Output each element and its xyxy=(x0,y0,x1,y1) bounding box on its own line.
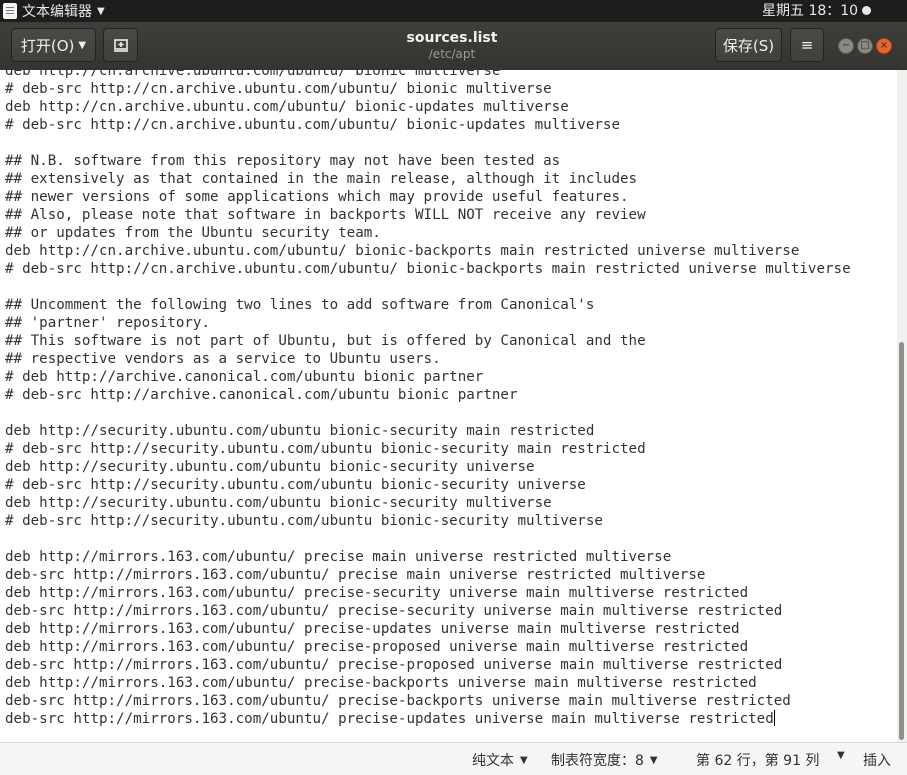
editor-line[interactable]: deb http://security.ubuntu.com/ubuntu bi… xyxy=(5,495,552,511)
save-button[interactable]: 保存(S) xyxy=(715,28,782,62)
editor-line[interactable]: deb http://cn.archive.ubuntu.com/ubuntu/… xyxy=(5,70,500,79)
clock[interactable]: 星期五 18：10 xyxy=(762,0,858,22)
maximize-icon: □ xyxy=(860,40,870,51)
tab-width-selector[interactable]: 制表符宽度：8 ▼ xyxy=(551,750,658,770)
text-cursor xyxy=(773,710,775,726)
close-button[interactable]: × xyxy=(876,38,892,54)
editor-line[interactable]: ## newer versions of some applications w… xyxy=(5,189,629,205)
editor-line[interactable]: ## 'partner' repository. xyxy=(5,315,210,331)
editor-line[interactable]: ## respective vendors as a service to Ub… xyxy=(5,351,441,367)
scrollbar-thumb[interactable] xyxy=(899,342,904,740)
editor-line[interactable]: deb http://cn.archive.ubuntu.com/ubuntu/… xyxy=(5,99,569,115)
minimize-icon: − xyxy=(841,40,851,51)
hamburger-icon: ≡ xyxy=(800,36,814,54)
editor-line[interactable]: deb-src http://mirrors.163.com/ubuntu/ p… xyxy=(5,567,705,583)
editor-line[interactable]: ## or updates from the Ubuntu security t… xyxy=(5,225,381,241)
maximize-button[interactable]: □ xyxy=(857,38,873,54)
editor-line[interactable]: deb-src http://mirrors.163.com/ubuntu/ p… xyxy=(5,693,791,709)
hamburger-menu-button[interactable]: ≡ xyxy=(790,28,824,62)
new-document-button[interactable] xyxy=(103,28,138,62)
status-bar: 纯文本 ▼ 制表符宽度：8 ▼ 第 62 行，第 91 列 ▼ 插入 xyxy=(0,742,907,775)
editor-line[interactable]: # deb-src http://security.ubuntu.com/ubu… xyxy=(5,441,646,457)
editor-line[interactable]: ## N.B. software from this repository ma… xyxy=(5,153,560,169)
editor-line[interactable]: deb http://mirrors.163.com/ubuntu/ preci… xyxy=(5,621,740,637)
editor-content[interactable]: deb http://cn.archive.ubuntu.com/ubuntu/… xyxy=(5,70,851,728)
editor-line[interactable]: ## extensively as that contained in the … xyxy=(5,171,637,187)
text-editor-icon xyxy=(3,3,17,19)
chevron-down-icon: ▼ xyxy=(649,754,658,766)
editor-line[interactable]: ## This software is not part of Ubuntu, … xyxy=(5,333,646,349)
editor-line[interactable]: deb http://mirrors.163.com/ubuntu/ preci… xyxy=(5,549,671,565)
document-title: sources.list xyxy=(406,30,498,46)
app-name: 文本编辑器 xyxy=(22,4,92,20)
editor-line[interactable]: # deb http://archive.canonical.com/ubunt… xyxy=(5,369,483,385)
vertical-scrollbar[interactable] xyxy=(897,70,907,742)
editor-line[interactable]: # deb-src http://cn.archive.ubuntu.com/u… xyxy=(5,261,851,277)
editor-line[interactable]: ## Uncomment the following two lines to … xyxy=(5,297,594,313)
editor-line[interactable]: deb http://cn.archive.ubuntu.com/ubuntu/… xyxy=(5,243,799,259)
position-menu-button[interactable]: ▼ xyxy=(831,750,845,761)
chevron-down-icon: ▼ xyxy=(837,750,845,761)
editor-line[interactable]: deb http://mirrors.163.com/ubuntu/ preci… xyxy=(5,639,748,655)
open-button[interactable]: 打开(O) ▼ xyxy=(11,28,96,62)
editor-line[interactable]: ## Also, please note that software in ba… xyxy=(5,207,646,223)
editor-line[interactable]: deb-src http://mirrors.163.com/ubuntu/ p… xyxy=(5,657,782,673)
top-panel: 文本编辑器 ▼ 星期五 18：10 xyxy=(0,0,907,22)
language-label: 纯文本 xyxy=(472,753,514,769)
editor-line[interactable]: deb http://security.ubuntu.com/ubuntu bi… xyxy=(5,459,535,475)
chevron-down-icon: ▼ xyxy=(520,754,528,766)
editor-line[interactable]: deb-src http://mirrors.163.com/ubuntu/ p… xyxy=(5,603,782,619)
editor-line[interactable]: deb http://mirrors.163.com/ubuntu/ preci… xyxy=(5,585,748,601)
editor-line[interactable]: # deb-src http://cn.archive.ubuntu.com/u… xyxy=(5,81,552,97)
chevron-down-icon: ▼ xyxy=(97,5,105,17)
open-button-label: 打开(O) xyxy=(20,36,75,55)
editor-line[interactable]: deb http://mirrors.163.com/ubuntu/ preci… xyxy=(5,675,757,691)
app-menu[interactable]: 文本编辑器 ▼ xyxy=(0,0,105,22)
chevron-down-icon: ▼ xyxy=(78,39,87,51)
editor-line[interactable]: # deb-src http://cn.archive.ubuntu.com/u… xyxy=(5,117,620,133)
text-editor[interactable]: deb http://cn.archive.ubuntu.com/ubuntu/… xyxy=(0,70,897,742)
editor-line[interactable]: # deb-src http://security.ubuntu.com/ubu… xyxy=(5,513,603,529)
cursor-position-label: 第 62 行，第 91 列 xyxy=(696,753,820,769)
language-selector[interactable]: 纯文本 ▼ xyxy=(472,750,528,770)
editor-line[interactable]: deb http://security.ubuntu.com/ubuntu bi… xyxy=(5,423,594,439)
new-tab-icon xyxy=(113,39,128,52)
document-path: /etc/apt xyxy=(428,47,476,61)
cursor-position[interactable]: 第 62 行，第 91 列 xyxy=(696,750,819,770)
editor-line[interactable]: # deb-src http://archive.canonical.com/u… xyxy=(5,387,518,403)
tab-width-label: 制表符宽度：8 xyxy=(551,753,644,769)
minimize-button[interactable]: − xyxy=(838,38,854,54)
close-icon: × xyxy=(879,40,889,51)
editor-line[interactable]: # deb-src http://security.ubuntu.com/ubu… xyxy=(5,477,586,493)
insert-mode[interactable]: 插入 xyxy=(863,750,891,770)
power-icon[interactable] xyxy=(862,6,871,15)
header-bar: 打开(O) ▼ sources.list /etc/apt 保存(S) ≡ − … xyxy=(0,22,907,71)
editor-line[interactable]: deb-src http://mirrors.163.com/ubuntu/ p… xyxy=(5,711,774,727)
window-title: sources.list /etc/apt xyxy=(352,30,552,62)
